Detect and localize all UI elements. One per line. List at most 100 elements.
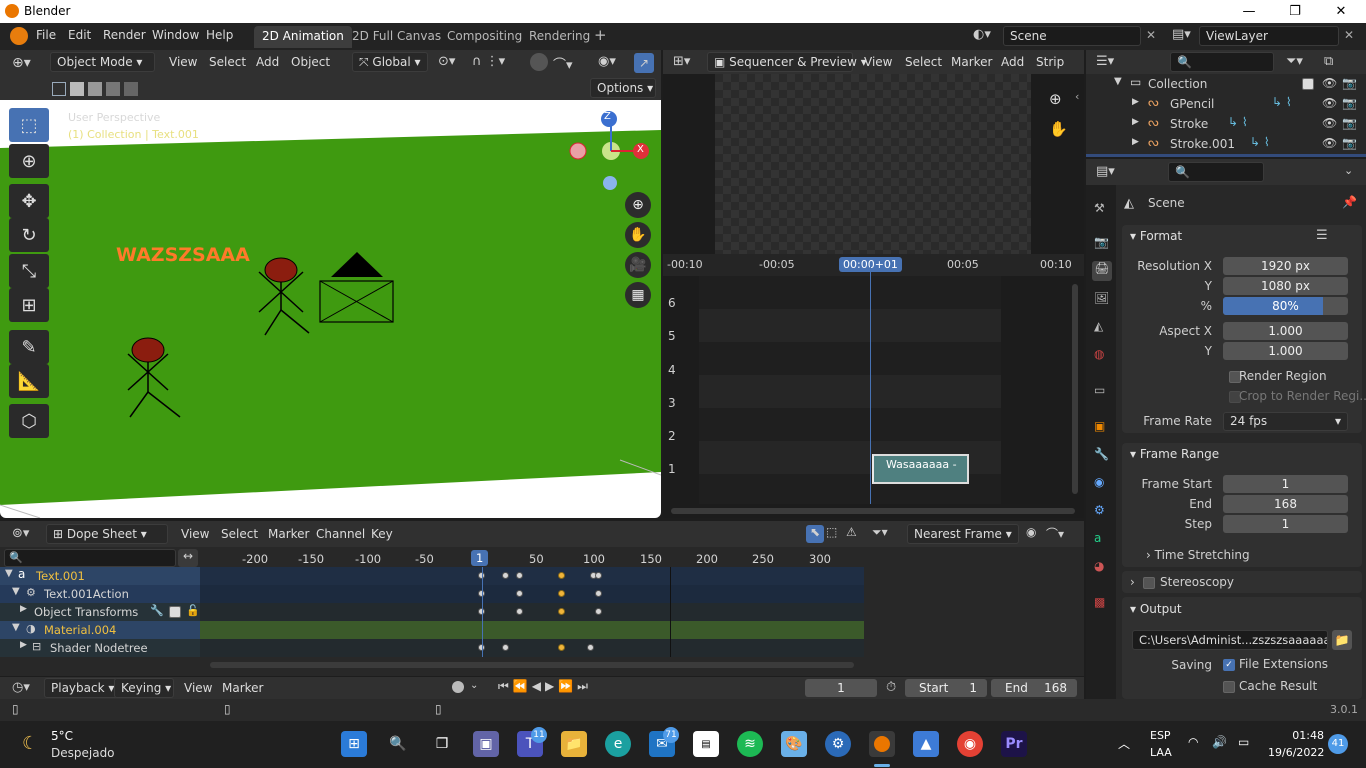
data-tab-icon[interactable]: a [1094, 531, 1101, 545]
ds-search-input[interactable]: 🔍 [4, 549, 176, 567]
ds-channel-text001[interactable]: ▼ a Text.001 [0, 567, 200, 585]
channel-enable-checkbox[interactable] [169, 606, 181, 618]
ds-channel-transforms[interactable]: ▶ Object Transforms 🔧 🔓 [0, 603, 200, 621]
viewlayer-icon[interactable]: ▤▾ [1172, 27, 1191, 42]
scene-tab-icon[interactable]: ◭ [1094, 319, 1103, 333]
preview-zoom-icon[interactable]: ⊕ [1049, 90, 1062, 108]
stereoscopy-checkbox[interactable] [1143, 577, 1155, 589]
close-button[interactable]: ✕ [1318, 0, 1364, 23]
texture-tab-icon[interactable]: ▩ [1094, 595, 1105, 609]
tl-editor-type-icon[interactable]: ◷▾ [12, 680, 30, 695]
filter-icon[interactable]: ⏷▾ [1286, 54, 1303, 69]
ds-channel-material[interactable]: ▼ ◑ Material.004 [0, 621, 200, 639]
seq-menu-select[interactable]: Select [905, 55, 942, 69]
outliner-row-collection[interactable]: ▼ ▭ Collection 👁 📷 [1086, 74, 1366, 94]
seq-menu-strip[interactable]: Strip [1036, 55, 1064, 69]
spotify-icon[interactable]: ≋ [737, 731, 763, 757]
exclude-checkbox[interactable] [1302, 78, 1314, 90]
dopesheet-mode-dropdown[interactable]: ⊞ Dope Sheet ▾ [46, 524, 168, 544]
premiere-icon[interactable]: Pr [1001, 731, 1027, 757]
ds-menu-marker[interactable]: Marker [268, 527, 309, 541]
ds-falloff-icon[interactable]: ⌒▾ [1046, 525, 1064, 542]
tab-rendering[interactable]: Rendering [521, 26, 598, 48]
eye-icon[interactable]: 👁 [1322, 96, 1337, 110]
stereoscopy-arrow-icon[interactable]: › [1130, 575, 1135, 589]
scene-name-field[interactable]: Scene [1003, 26, 1141, 46]
outliner-row-stroke[interactable]: ▶ ᔓ Stroke ↳ ⌇ 👁 📷 [1086, 114, 1366, 134]
record-icon[interactable] [452, 681, 464, 693]
editor-type-icon[interactable]: ⊕▾ [12, 55, 31, 71]
teams-chat-icon[interactable]: ▣ [473, 731, 499, 757]
tool-tab-icon[interactable]: ⚒ [1094, 201, 1105, 215]
falloff-icon[interactable]: ⌒▾ [553, 54, 573, 73]
eye-icon[interactable]: 👁 [1322, 76, 1337, 90]
minimize-button[interactable]: — [1226, 0, 1272, 23]
ds-menu-view[interactable]: View [181, 527, 209, 541]
moon-weather-icon[interactable]: ☾ [22, 733, 38, 754]
add-workspace-icon[interactable]: + [594, 26, 607, 44]
tl-menu-marker[interactable]: Marker [222, 681, 263, 695]
aspect-y-field[interactable]: 1.000 [1223, 342, 1348, 360]
clock-time[interactable]: 01:48 [1268, 729, 1324, 742]
rotate-tool[interactable]: ↻ [9, 218, 49, 252]
remove-scene-icon[interactable]: ✕ [1146, 28, 1156, 42]
outliner-search-input[interactable]: 🔍 [1170, 52, 1274, 72]
blender-menu-icon[interactable] [10, 27, 28, 45]
time-stretching-subpanel[interactable]: › Time Stretching [1146, 548, 1250, 562]
expand-arrow-icon[interactable]: ▼ [1114, 76, 1122, 87]
collapse-arrow-icon[interactable]: ‹ [1075, 90, 1079, 103]
playback-dropdown[interactable]: Playback ▾ [44, 678, 118, 698]
menu-file[interactable]: File [36, 28, 56, 42]
view-layer-tab-icon[interactable]: 🖼 [1094, 291, 1109, 305]
material-tab-icon[interactable]: ◕ [1094, 559, 1104, 573]
menu-render[interactable]: Render [103, 28, 146, 42]
blender-taskbar-icon[interactable] [869, 731, 895, 757]
menu-help[interactable]: Help [206, 28, 233, 42]
maximize-button[interactable]: ❐ [1272, 0, 1318, 23]
chrome-icon[interactable]: ◉ [957, 731, 983, 757]
clock-date[interactable]: 19/6/2022 [1268, 746, 1324, 759]
world-tab-icon[interactable]: ◍ [1094, 347, 1104, 361]
cache-result-checkbox[interactable] [1223, 681, 1235, 693]
tl-menu-view[interactable]: View [184, 681, 212, 695]
select-subtract-icon[interactable] [88, 82, 102, 96]
camera-render-icon[interactable]: 📷 [1342, 116, 1357, 130]
scale-tool[interactable]: ⤡ [9, 254, 49, 288]
text-object[interactable]: WAZSZSAAA [116, 244, 250, 266]
select-box-tool[interactable]: ⬚ [9, 108, 49, 142]
select-new-icon[interactable] [52, 82, 66, 96]
seq-strip[interactable]: Wasaaaaaa - [872, 454, 969, 484]
playback-controls[interactable]: ⏮⏪◀▶⏩⏭ [498, 679, 592, 694]
viewport-menu-add[interactable]: Add [256, 55, 279, 69]
seq-menu-marker[interactable]: Marker [951, 55, 992, 69]
battery-icon[interactable]: ▭ [1238, 735, 1249, 749]
particles-tab-icon[interactable]: ◉ [1094, 475, 1104, 489]
expand-arrow-icon[interactable]: ▼ [12, 586, 20, 597]
move-tool[interactable]: ✥ [9, 184, 49, 218]
new-collection-icon[interactable]: ⧉ [1324, 54, 1333, 69]
frame-range-panel-header[interactable]: ▾ Frame Range [1130, 447, 1219, 461]
only-errors-icon[interactable]: ⚠ [846, 525, 857, 539]
eye-icon[interactable]: 👁 [1322, 116, 1337, 130]
outliner-type-icon[interactable]: ☰▾ [1096, 54, 1114, 69]
gizmo-toggle-icon[interactable]: ↗ [634, 53, 654, 73]
properties-search-input[interactable]: 🔍 [1168, 162, 1264, 182]
modifiers-tab-icon[interactable]: 🔧 [1094, 447, 1109, 461]
lang-code[interactable]: ESP [1150, 729, 1171, 742]
output-panel-header[interactable]: ▾ Output [1130, 602, 1182, 616]
calendar-icon[interactable]: ▤ [693, 731, 719, 757]
sequencer-area[interactable]: ⊕ ✋ ‹ -00:10 -00:05 00:00+01 00:05 00:10… [663, 74, 1084, 518]
properties-options-icon[interactable]: ⌄ [1344, 164, 1353, 177]
volume-icon[interactable]: 🔊 [1212, 735, 1227, 749]
start-icon[interactable]: ⊞ [341, 731, 367, 757]
output-tab-icon[interactable]: 🖨 [1092, 261, 1112, 281]
ds-channel-action[interactable]: ▼ ⚙ Text.001Action [0, 585, 200, 603]
snap-mode-dropdown[interactable]: Nearest Frame ▾ [907, 524, 1019, 544]
camera-render-icon[interactable]: 📷 [1342, 76, 1357, 90]
menu-edit[interactable]: Edit [68, 28, 91, 42]
weather-desc[interactable]: Despejado [51, 746, 115, 760]
ds-sync-icon[interactable]: ↔ [178, 549, 198, 567]
output-path-field[interactable]: C:\Users\Administ...zszszsaaaaaaa111 [1132, 630, 1328, 650]
3d-viewport[interactable]: Z X User Perspective (1) Collection | Te… [0, 100, 661, 518]
select-invert-icon[interactable] [106, 82, 120, 96]
